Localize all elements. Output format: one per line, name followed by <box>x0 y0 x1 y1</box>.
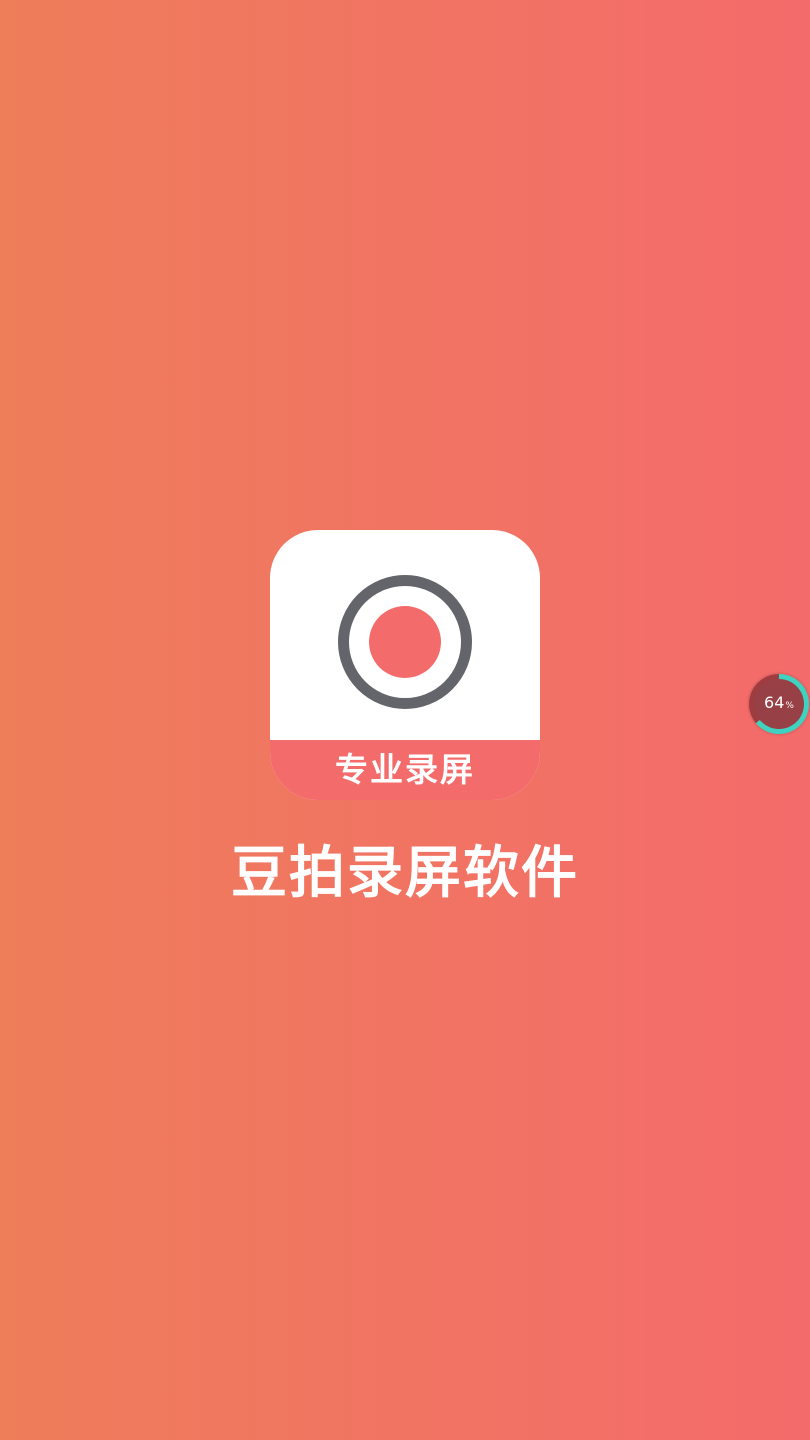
floating-widget-unit: % <box>785 701 794 711</box>
floating-widget-center: 64 % <box>754 679 804 729</box>
app-icon-banner-label: 专业录屏 <box>335 749 475 789</box>
floating-memory-widget[interactable]: 64 % <box>749 674 809 734</box>
floating-widget-value: 64 <box>764 693 785 712</box>
app-name-title: 豆拍录屏软件 <box>231 841 579 906</box>
app-icon-banner: 专业录屏 <box>270 740 540 800</box>
splash-screen: 专业录屏 豆拍录屏软件 64 % <box>0 0 810 1440</box>
record-dot-icon <box>369 606 441 678</box>
